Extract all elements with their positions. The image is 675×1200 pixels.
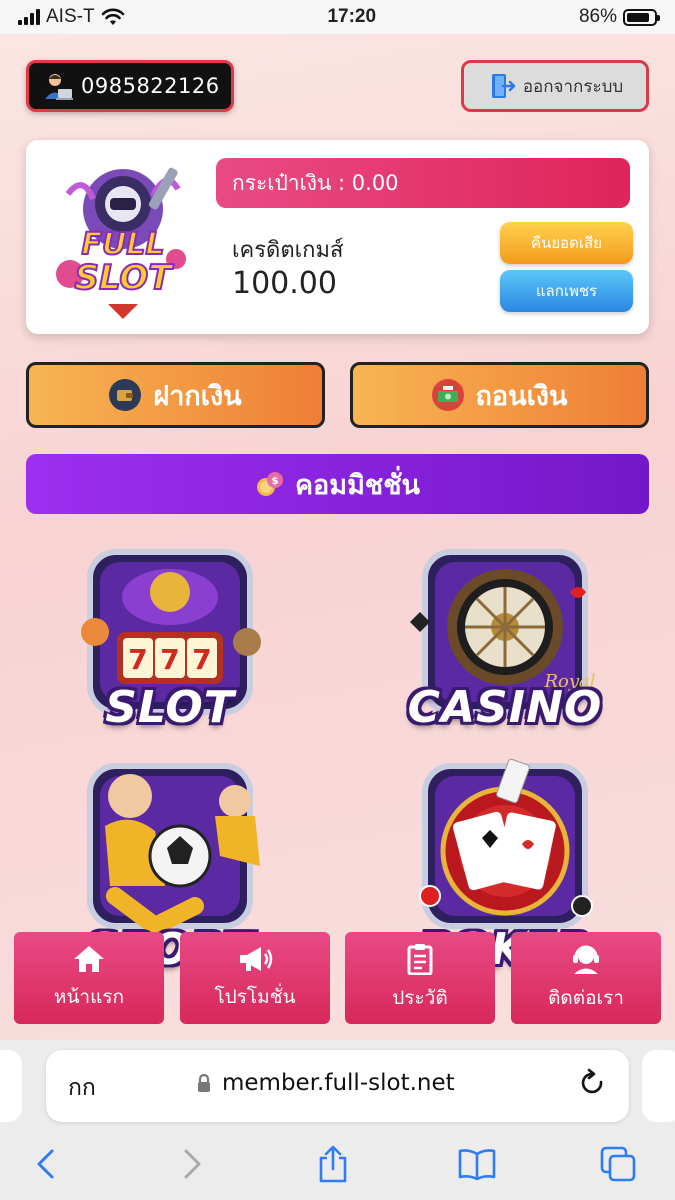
logout-label: ออกจากระบบ: [522, 76, 624, 97]
phone-number: 0985822126: [81, 74, 220, 98]
back-arrow-icon: [37, 1149, 54, 1179]
cash-icon: [431, 379, 464, 411]
game-tile-casino[interactable]: Royal CASINO: [390, 542, 620, 742]
status-left: AIS-T: [18, 6, 125, 28]
support-agent-icon: [573, 945, 599, 974]
user-laptop-icon: [45, 74, 73, 100]
share-button[interactable]: [313, 1144, 353, 1184]
phone-chip[interactable]: 0985822126: [26, 60, 234, 112]
svg-text:$: $: [272, 476, 279, 487]
book-icon: [458, 1149, 496, 1181]
forward-arrow-icon: [184, 1149, 201, 1179]
reader-text-size-button[interactable]: กก: [68, 1070, 96, 1106]
wifi-icon: [101, 8, 124, 25]
signal-icon: [18, 9, 40, 25]
bookmarks-button[interactable]: [457, 1144, 497, 1184]
game-tile-slot[interactable]: 7 7 7 SLOT: [55, 542, 285, 742]
wallet-icon: [109, 379, 142, 411]
brand-logo: FULL SLOT: [56, 167, 186, 319]
game-label-slot: SLOT: [105, 682, 235, 733]
address-bar[interactable]: กก member.full-slot.net: [46, 1050, 629, 1122]
nav-promotion[interactable]: โปรโมชั่น: [180, 932, 330, 1024]
status-right: 86%: [578, 6, 660, 28]
svg-text:7: 7: [160, 643, 179, 676]
browser-toolbar: [0, 1130, 675, 1200]
home-icon: [74, 946, 104, 972]
deposit-label: ฝากเงิน: [153, 380, 242, 412]
logout-icon: [491, 74, 516, 98]
nav-history-label: ประวัติ: [392, 987, 448, 1009]
game-tile-poker[interactable]: POKER: [390, 756, 620, 975]
browser-address-area: กก member.full-slot.net: [0, 1040, 675, 1130]
tabs-icon: [600, 1146, 636, 1182]
withdraw-label: ถอนเงิน: [475, 380, 568, 412]
nav-contact[interactable]: ติดต่อเรา: [511, 932, 661, 1024]
bottom-nav: หน้าแรก โปรโมชั่น ประวัติ ติดต่อเรา: [0, 932, 675, 1032]
page-content: 0985822126 ออกจากระบบ FULL SLOT กระเป๋าเ…: [0, 34, 675, 1040]
back-button[interactable]: [26, 1144, 66, 1184]
url-display[interactable]: member.full-slot.net: [196, 1070, 455, 1096]
rebate-label: คืนยอดเสีย: [531, 234, 602, 252]
clipboard-icon: [407, 944, 433, 975]
commission-button[interactable]: $ คอมมิชชั่น: [26, 454, 649, 514]
nav-home[interactable]: หน้าแรก: [14, 932, 164, 1024]
reload-icon[interactable]: [579, 1068, 607, 1100]
credit-value: 100.00: [232, 266, 337, 301]
svg-text:7: 7: [192, 643, 211, 676]
clock: 17:20: [327, 6, 377, 27]
wallet-balance-text: กระเป๋าเงิน : 0.00: [232, 170, 399, 195]
wallet-card: FULL SLOT กระเป๋าเงิน : 0.00 เครดิตเกมส์…: [26, 140, 649, 334]
share-icon: [319, 1145, 347, 1183]
deposit-button[interactable]: ฝากเงิน: [26, 362, 325, 428]
credit-label: เครดิตเกมส์: [232, 238, 344, 263]
nav-contact-label: ติดต่อเรา: [548, 987, 624, 1009]
tabs-button[interactable]: [598, 1144, 638, 1184]
status-bar: AIS-T 17:20 86%: [0, 0, 675, 34]
game-tile-sport[interactable]: SPORT: [55, 756, 285, 975]
coins-icon: $: [257, 472, 283, 496]
exchange-diamond-button[interactable]: แลกเพชร: [500, 270, 633, 312]
logout-button[interactable]: ออกจากระบบ: [461, 60, 649, 112]
lock-icon: [198, 1073, 210, 1092]
nav-history[interactable]: ประวัติ: [345, 932, 495, 1024]
previous-tab-peek[interactable]: [0, 1050, 22, 1122]
rebate-button[interactable]: คืนยอดเสีย: [500, 222, 633, 264]
brand-logo-line1: FULL: [81, 227, 164, 262]
withdraw-button[interactable]: ถอนเงิน: [350, 362, 649, 428]
nav-home-label: หน้าแรก: [53, 986, 125, 1008]
next-tab-peek[interactable]: [642, 1050, 675, 1122]
nav-promotion-label: โปรโมชั่น: [214, 986, 296, 1008]
svg-text:7: 7: [128, 643, 147, 676]
brand-logo-line2: SLOT: [74, 258, 174, 298]
forward-button[interactable]: [172, 1144, 212, 1184]
megaphone-icon: [240, 947, 273, 971]
carrier-name: AIS-T: [46, 6, 95, 27]
exchange-diamond-label: แลกเพชร: [535, 282, 598, 300]
battery-icon: [622, 8, 660, 26]
commission-label: คอมมิชชั่น: [295, 469, 420, 501]
battery-percent: 86%: [578, 6, 617, 27]
game-label-casino: CASINO: [407, 682, 603, 733]
wallet-balance-bar: กระเป๋าเงิน : 0.00: [216, 158, 630, 208]
url-text: member.full-slot.net: [222, 1070, 455, 1096]
